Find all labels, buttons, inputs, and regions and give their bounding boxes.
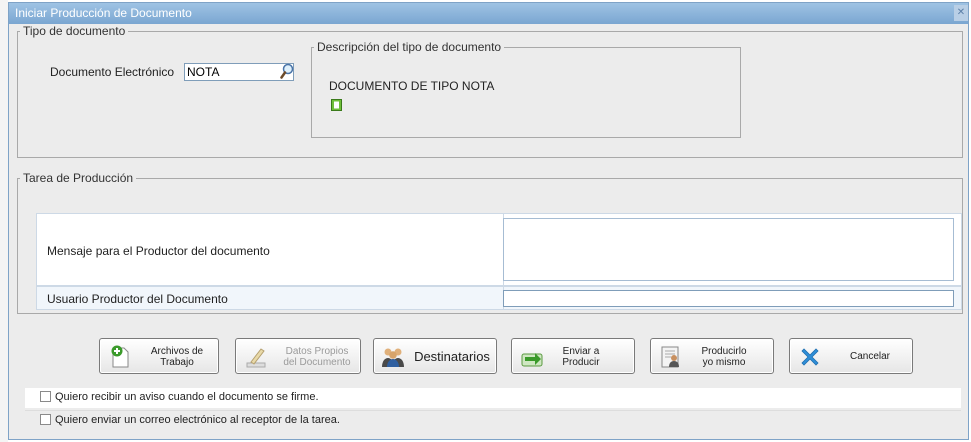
enviar-line1: Enviar a (562, 346, 600, 357)
person-document-icon (661, 346, 679, 368)
magnifier-icon[interactable] (280, 63, 294, 80)
people-icon (382, 348, 404, 367)
tarea-produccion-legend: Tarea de Producción (23, 171, 134, 185)
aviso-firma-label[interactable]: Quiero recibir un aviso cuando el docume… (55, 391, 319, 403)
mensaje-textarea[interactable] (503, 218, 954, 281)
add-document-icon (111, 345, 129, 368)
correo-label[interactable]: Quiero enviar un correo electrónico al r… (55, 414, 340, 426)
tipo-documento-legend: Tipo de documento (23, 24, 126, 38)
dialog-titlebar[interactable]: Iniciar Producción de Documento ✕ (9, 3, 968, 24)
close-icon[interactable]: ✕ (954, 5, 968, 21)
send-icon (521, 353, 543, 367)
correo-checkbox[interactable] (40, 414, 51, 425)
document-icon (331, 99, 342, 111)
datos-line1: Datos Propios (285, 346, 349, 357)
archivos-trabajo-button[interactable]: Archivos de Trabajo (99, 338, 219, 374)
dialog-title: Iniciar Producción de Documento (15, 6, 192, 20)
usuario-productor-input[interactable] (503, 290, 954, 307)
destinatarios-label: Destinatarios (414, 349, 490, 364)
dialog-window: Iniciar Producción de Documento ✕ Tipo d… (8, 2, 969, 440)
aviso-firma-checkbox[interactable] (40, 391, 51, 402)
enviar-line2: Producir (562, 357, 600, 368)
archivos-line2: Trabajo (160, 357, 194, 368)
edit-document-icon (246, 348, 266, 368)
mensaje-label: Mensaje para el Productor del documento (47, 244, 270, 258)
producirlo-yo-mismo-button[interactable]: Producirlo yo mismo (650, 338, 774, 374)
producir-line2: yo mismo (702, 357, 746, 368)
documento-electronico-input[interactable] (184, 63, 294, 81)
datos-propios-button[interactable]: Datos Propios del Documento (235, 338, 361, 374)
documento-electronico-label: Documento Electrónico (50, 65, 175, 79)
descripcion-legend: Descripción del tipo de documento (317, 40, 502, 54)
usuario-label: Usuario Productor del Documento (47, 292, 228, 306)
cancelar-label: Cancelar (849, 351, 891, 362)
datos-line2: del Documento (283, 357, 351, 368)
descripcion-text: DOCUMENTO DE TIPO NOTA (329, 79, 495, 93)
cancel-x-icon (801, 348, 819, 366)
correo-row: Quiero enviar un correo electrónico al r… (25, 410, 961, 430)
archivos-line1: Archivos de (150, 346, 204, 357)
cancelar-button[interactable]: Cancelar (789, 338, 913, 374)
background-strip (0, 0, 8, 442)
enviar-producir-button[interactable]: Enviar a Producir (511, 338, 635, 374)
producir-line1: Producirlo (701, 346, 747, 357)
destinatarios-button[interactable]: Destinatarios (373, 338, 497, 374)
aviso-firma-row: Quiero recibir un aviso cuando el docume… (25, 388, 961, 408)
